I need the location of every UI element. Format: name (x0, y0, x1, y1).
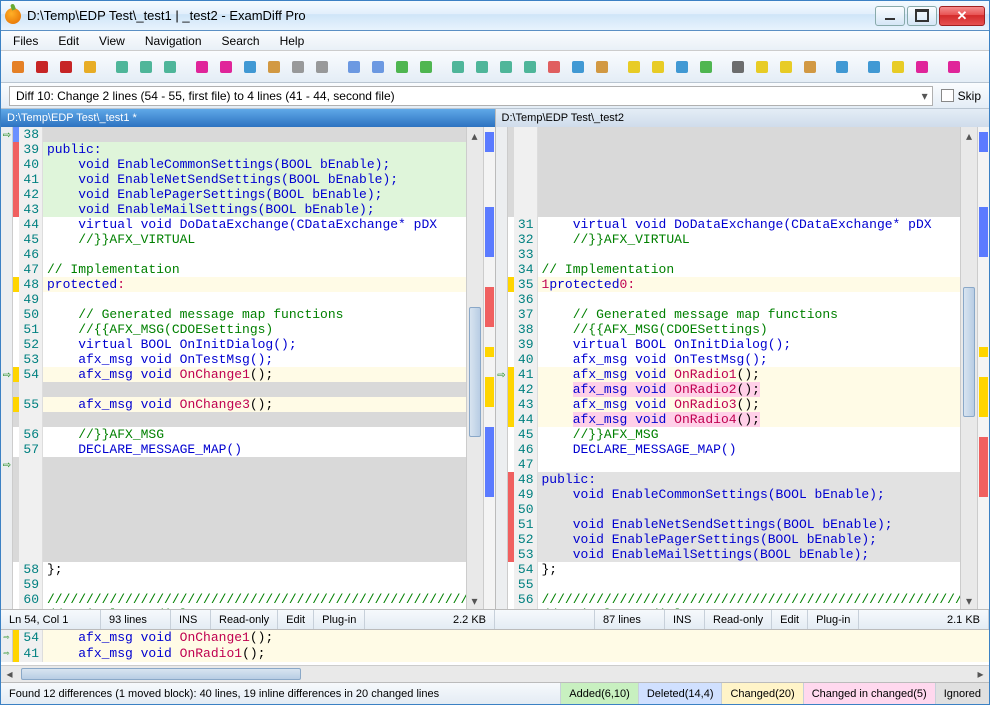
left-pane: D:\Temp\EDP Test\_test1 * ⇨ ⇨ ⇨ 3839publ… (1, 109, 496, 609)
left-readonly: Read-only (211, 610, 278, 629)
toolbar-button-35[interactable] (751, 56, 773, 78)
toolbar-button-16[interactable] (343, 56, 365, 78)
left-size: 2.2 KB (365, 610, 495, 629)
toolbar-button-32[interactable] (695, 56, 717, 78)
close-button[interactable]: ✕ (939, 6, 985, 26)
left-plugin: Plug-in (314, 610, 365, 629)
left-code[interactable]: 3839public:40 void EnableCommonSettings(… (13, 127, 466, 609)
skip-checkbox[interactable] (941, 89, 954, 102)
left-line-count: 93 lines (101, 610, 171, 629)
toolbar-button-18[interactable] (391, 56, 413, 78)
right-line-count: 87 lines (595, 610, 665, 629)
toolbar-button-30[interactable] (647, 56, 669, 78)
stat-ignored: Ignored (935, 683, 989, 704)
toolbar-button-26[interactable] (567, 56, 589, 78)
right-scrollbar[interactable]: ▴ ▾ (960, 127, 977, 609)
right-ins-mode: INS (665, 610, 705, 629)
toolbar-button-27[interactable] (591, 56, 613, 78)
toolbar-button-41[interactable] (863, 56, 885, 78)
toolbar-button-19[interactable] (415, 56, 437, 78)
right-pane-path: D:\Temp\EDP Test\_test2 (496, 109, 990, 127)
toolbar-button-42[interactable] (887, 56, 909, 78)
toolbar-button-11[interactable] (239, 56, 261, 78)
menubar: Files Edit View Navigation Search Help (1, 31, 989, 51)
toolbar-button-25[interactable] (543, 56, 565, 78)
stat-deleted: Deleted(14,4) (638, 683, 722, 704)
detail-right-text: afx_msg void OnRadio1(); (43, 646, 989, 662)
left-nav-gutter[interactable]: ⇨ ⇨ ⇨ (1, 127, 13, 609)
toolbar (1, 51, 989, 83)
toolbar-button-12[interactable] (263, 56, 285, 78)
toolbar-button-9[interactable] (191, 56, 213, 78)
toolbar-button-43[interactable] (911, 56, 933, 78)
toolbar-button-37[interactable] (799, 56, 821, 78)
menu-navigation[interactable]: Navigation (137, 32, 210, 50)
detail-nav-right[interactable]: ⇨ (1, 646, 13, 662)
menu-search[interactable]: Search (214, 32, 268, 50)
diff-detail: ⇨ 54 afx_msg void OnChange1(); ⇨ 41 afx_… (1, 629, 989, 665)
toolbar-button-39[interactable] (831, 56, 853, 78)
diff-dropdown-icon[interactable]: ▾ (917, 89, 933, 103)
right-plugin: Plug-in (808, 610, 859, 629)
toolbar-button-24[interactable] (519, 56, 541, 78)
main-area: D:\Temp\EDP Test\_test1 * ⇨ ⇨ ⇨ 3839publ… (1, 109, 989, 609)
app-icon (5, 8, 21, 24)
menu-files[interactable]: Files (5, 32, 46, 50)
toolbar-button-7[interactable] (159, 56, 181, 78)
toolbar-button-21[interactable] (447, 56, 469, 78)
menu-edit[interactable]: Edit (50, 32, 87, 50)
window-title: D:\Temp\EDP Test\_test1 | _test2 - ExamD… (27, 8, 875, 23)
toolbar-button-36[interactable] (775, 56, 797, 78)
bottom-status: Found 12 differences (1 moved block): 40… (1, 682, 989, 704)
menu-view[interactable]: View (91, 32, 133, 50)
detail-left-line: 54 (19, 630, 43, 646)
toolbar-button-10[interactable] (215, 56, 237, 78)
toolbar-button-1[interactable] (31, 56, 53, 78)
detail-left-text: afx_msg void OnChange1(); (43, 630, 989, 646)
toolbar-button-29[interactable] (623, 56, 645, 78)
right-size: 2.1 KB (859, 610, 989, 629)
right-code[interactable]: 31 virtual void DoDataExchange(CDataExch… (508, 127, 961, 609)
right-nav-gutter[interactable]: ⇨ (496, 127, 508, 609)
right-edit: Edit (772, 610, 808, 629)
diff-info-text[interactable]: Diff 10: Change 2 lines (54 - 55, first … (9, 86, 933, 106)
left-edit: Edit (278, 610, 314, 629)
toolbar-button-5[interactable] (111, 56, 133, 78)
toolbar-button-45[interactable] (943, 56, 965, 78)
right-overview[interactable] (977, 127, 989, 609)
stat-changed: Changed(20) (721, 683, 802, 704)
pane-status-row: Ln 54, Col 1 93 lines INS Read-only Edit… (1, 609, 989, 629)
detail-right-line: 41 (19, 646, 43, 662)
maximize-button[interactable] (907, 6, 937, 26)
stat-changed-in-changed: Changed in changed(5) (803, 683, 935, 704)
toolbar-button-3[interactable] (79, 56, 101, 78)
toolbar-button-6[interactable] (135, 56, 157, 78)
toolbar-button-2[interactable] (55, 56, 77, 78)
toolbar-button-22[interactable] (471, 56, 493, 78)
left-scrollbar[interactable]: ▴ ▾ (466, 127, 483, 609)
left-pane-path: D:\Temp\EDP Test\_test1 * (1, 109, 495, 127)
toolbar-button-0[interactable] (7, 56, 29, 78)
left-ins-mode: INS (171, 610, 211, 629)
toolbar-button-13[interactable] (287, 56, 309, 78)
left-overview[interactable] (483, 127, 495, 609)
toolbar-button-14[interactable] (311, 56, 333, 78)
menu-help[interactable]: Help (272, 32, 313, 50)
skip-label: Skip (958, 89, 981, 103)
toolbar-button-17[interactable] (367, 56, 389, 78)
diff-summary: Found 12 differences (1 moved block): 40… (5, 688, 560, 700)
right-cursor-pos (495, 610, 595, 629)
toolbar-button-34[interactable] (727, 56, 749, 78)
toolbar-button-31[interactable] (671, 56, 693, 78)
titlebar: D:\Temp\EDP Test\_test1 | _test2 - ExamD… (1, 1, 989, 31)
toolbar-button-23[interactable] (495, 56, 517, 78)
right-pane: D:\Temp\EDP Test\_test2 ⇨ 31 virtual voi… (496, 109, 990, 609)
minimize-button[interactable] (875, 6, 905, 26)
horizontal-scrollbar[interactable]: ◂ ▸ (1, 665, 989, 682)
stat-added: Added(6,10) (560, 683, 638, 704)
right-readonly: Read-only (705, 610, 772, 629)
diff-info-bar: Diff 10: Change 2 lines (54 - 55, first … (1, 83, 989, 109)
detail-nav-left[interactable]: ⇨ (1, 630, 13, 646)
left-cursor-pos: Ln 54, Col 1 (1, 610, 101, 629)
